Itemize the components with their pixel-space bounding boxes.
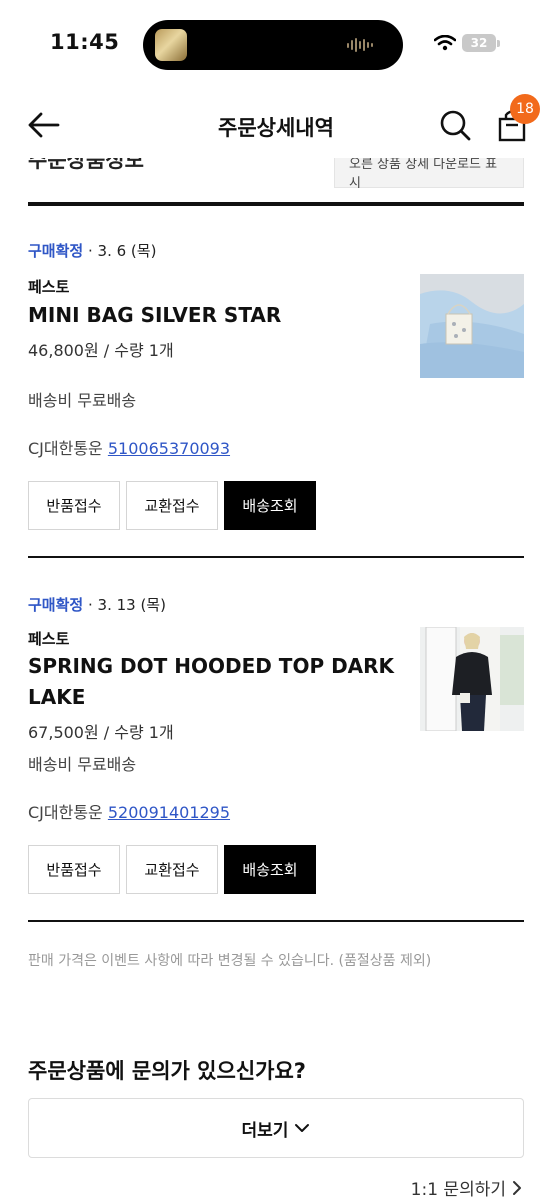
tracking-number-link[interactable]: 520091401295 bbox=[108, 803, 230, 822]
more-button[interactable]: 더보기 bbox=[28, 1098, 524, 1158]
status-bar: 11:45 32 bbox=[0, 0, 552, 90]
price-quantity: 67,500원 / 수량 1개 bbox=[28, 723, 174, 742]
brand-name[interactable]: 페스토 bbox=[28, 276, 69, 297]
courier-info: CJ대한통운 510065370093 bbox=[28, 435, 230, 459]
status-time: 11:45 bbox=[50, 30, 120, 54]
order-actions: 반품접수 교환접수 배송조회 bbox=[28, 481, 316, 530]
order-status-line: 구매확정 · 3. 6 (목) bbox=[28, 240, 524, 262]
order-actions: 반품접수 교환접수 배송조회 bbox=[28, 845, 316, 894]
order-item: 구매확정 · 3. 6 (목) 페스토 MINI BAG SILVER STAR… bbox=[28, 240, 524, 540]
inquiry-link-label: 1:1 문의하기 bbox=[410, 1180, 506, 1200]
battery-indicator: 32 bbox=[462, 34, 496, 52]
system-icons: 32 bbox=[434, 34, 500, 52]
exchange-button[interactable]: 교환접수 bbox=[126, 845, 218, 894]
courier-name: CJ대한통운 bbox=[28, 439, 103, 458]
cart-count-badge: 18 bbox=[510, 94, 540, 124]
scrolled-section: 주문상품정보 오른 상품 상세 다운로드 표시 bbox=[0, 158, 552, 190]
order-item: 구매확정 · 3. 13 (목) 페스토 SPRING DOT HOODED T… bbox=[28, 594, 524, 894]
search-icon[interactable] bbox=[438, 108, 472, 142]
inquiry-title: 주문상품에 문의가 있으신가요? bbox=[28, 1059, 306, 1083]
return-button[interactable]: 반품접수 bbox=[28, 481, 120, 530]
order-divider bbox=[28, 556, 524, 558]
product-name[interactable]: MINI BAG SILVER STAR bbox=[28, 300, 398, 331]
exchange-button[interactable]: 교환접수 bbox=[126, 481, 218, 530]
chevron-right-icon bbox=[513, 1180, 521, 1195]
track-delivery-button[interactable]: 배송조회 bbox=[224, 845, 316, 894]
order-date: · 3. 6 (목) bbox=[87, 242, 157, 260]
price-quantity: 46,800원 / 수량 1개 bbox=[28, 341, 174, 360]
order-status-line: 구매확정 · 3. 13 (목) bbox=[28, 594, 524, 616]
section-divider bbox=[28, 202, 524, 206]
shipping-fee: 배송비 무료배송 bbox=[28, 391, 137, 410]
dynamic-island bbox=[143, 20, 403, 70]
order-status: 구매확정 bbox=[28, 242, 84, 260]
order-divider bbox=[28, 920, 524, 922]
section-action-box[interactable]: 오른 상품 상세 다운로드 표시 bbox=[334, 158, 524, 190]
product-image[interactable] bbox=[420, 274, 524, 378]
wifi-icon bbox=[434, 35, 456, 51]
shipping-fee: 배송비 무료배송 bbox=[28, 755, 137, 774]
return-button[interactable]: 반품접수 bbox=[28, 845, 120, 894]
courier-name: CJ대한통운 bbox=[28, 803, 103, 822]
price-notice: 판매 가격은 이벤트 사항에 따라 변경될 수 있습니다. (품절상품 제외) bbox=[28, 953, 432, 969]
track-delivery-button[interactable]: 배송조회 bbox=[224, 481, 316, 530]
section-title: 주문상품정보 bbox=[28, 158, 144, 172]
app-header: 주문상세내역 bbox=[0, 96, 552, 158]
courier-info: CJ대한통운 520091401295 bbox=[28, 799, 230, 823]
one-on-one-inquiry-link[interactable]: 1:1 문의하기 bbox=[411, 1175, 522, 1200]
more-button-label: 더보기 bbox=[241, 1120, 289, 1141]
order-date: · 3. 13 (목) bbox=[87, 596, 166, 614]
product-image[interactable] bbox=[420, 627, 524, 731]
now-playing-artwork bbox=[155, 29, 187, 61]
product-name[interactable]: SPRING DOT HOODED TOP DARK LAKE bbox=[28, 651, 398, 713]
audio-wave-icon bbox=[347, 37, 373, 53]
battery-tip bbox=[497, 39, 500, 47]
chevron-down-icon bbox=[295, 1124, 310, 1132]
tracking-number-link[interactable]: 510065370093 bbox=[108, 439, 230, 458]
brand-name[interactable]: 페스토 bbox=[28, 628, 69, 649]
order-status: 구매확정 bbox=[28, 596, 84, 614]
